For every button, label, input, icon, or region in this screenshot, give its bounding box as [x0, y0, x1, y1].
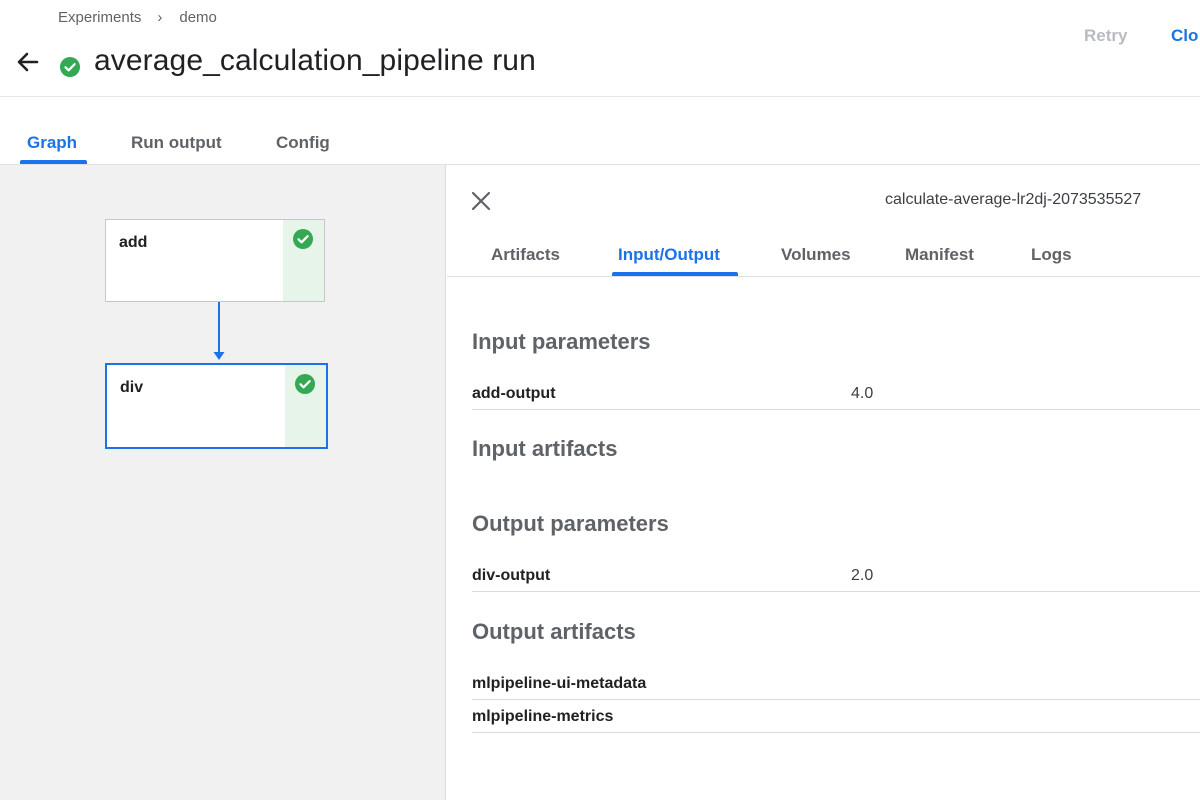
table-row: mlpipeline-metrics	[472, 700, 1200, 733]
success-check-icon	[295, 374, 315, 394]
param-value: 2.0	[851, 567, 874, 584]
node-label: add	[119, 234, 148, 251]
tab-manifest[interactable]: Manifest	[905, 245, 974, 265]
artifact-key[interactable]: mlpipeline-ui-metadata	[472, 675, 646, 693]
tab-run-output[interactable]: Run output	[131, 133, 222, 153]
graph-node-div[interactable]: div	[105, 363, 328, 449]
graph-canvas[interactable]: add div	[0, 165, 446, 800]
active-tab-indicator	[20, 160, 87, 164]
page-header: Experiments › demo average_calculation_p…	[0, 0, 1200, 97]
param-key: div-output	[472, 567, 551, 584]
section-title-input-artifacts: Input artifacts	[472, 436, 618, 461]
success-check-icon	[60, 57, 80, 77]
retry-button[interactable]: Retry	[1084, 26, 1127, 46]
table-row: add-output 4.0	[472, 377, 1200, 410]
main-tabs: Graph Run output Config	[0, 97, 1200, 165]
section-title-input-parameters: Input parameters	[472, 329, 651, 354]
active-tab-indicator	[612, 272, 738, 276]
graph-edge-add-to-div	[213, 302, 225, 360]
breadcrumb-separator: ›	[157, 9, 163, 26]
close-icon[interactable]	[471, 191, 491, 211]
param-key: add-output	[472, 385, 556, 402]
tab-volumes[interactable]: Volumes	[781, 245, 851, 265]
breadcrumb: Experiments › demo	[58, 9, 217, 26]
tab-logs[interactable]: Logs	[1031, 245, 1072, 265]
section-title-output-parameters: Output parameters	[472, 511, 669, 536]
param-value: 4.0	[851, 385, 874, 402]
table-row: mlpipeline-ui-metadata	[472, 667, 1200, 700]
clone-button[interactable]: Clo	[1171, 26, 1198, 46]
tab-graph[interactable]: Graph	[27, 133, 77, 153]
breadcrumb-demo-link[interactable]: demo	[179, 9, 217, 26]
tab-artifacts[interactable]: Artifacts	[491, 245, 560, 265]
back-arrow-icon[interactable]	[14, 48, 42, 76]
table-row: div-output 2.0	[472, 559, 1200, 592]
node-label: div	[120, 379, 144, 396]
artifact-key[interactable]: mlpipeline-metrics	[472, 708, 613, 726]
section-title-output-artifacts: Output artifacts	[472, 619, 636, 644]
node-details-panel: calculate-average-lr2dj-2073535527 Artif…	[447, 165, 1200, 800]
page-title: average_calculation_pipeline run	[94, 44, 536, 77]
breadcrumb-experiments-link[interactable]: Experiments	[58, 9, 141, 26]
success-check-icon	[293, 229, 313, 249]
node-id-label: calculate-average-lr2dj-2073535527	[885, 191, 1142, 208]
tab-input-output[interactable]: Input/Output	[618, 245, 720, 265]
graph-node-add[interactable]: add	[105, 219, 325, 302]
tab-config[interactable]: Config	[276, 133, 330, 153]
details-tabs: Artifacts Input/Output Volumes Manifest …	[447, 231, 1200, 277]
